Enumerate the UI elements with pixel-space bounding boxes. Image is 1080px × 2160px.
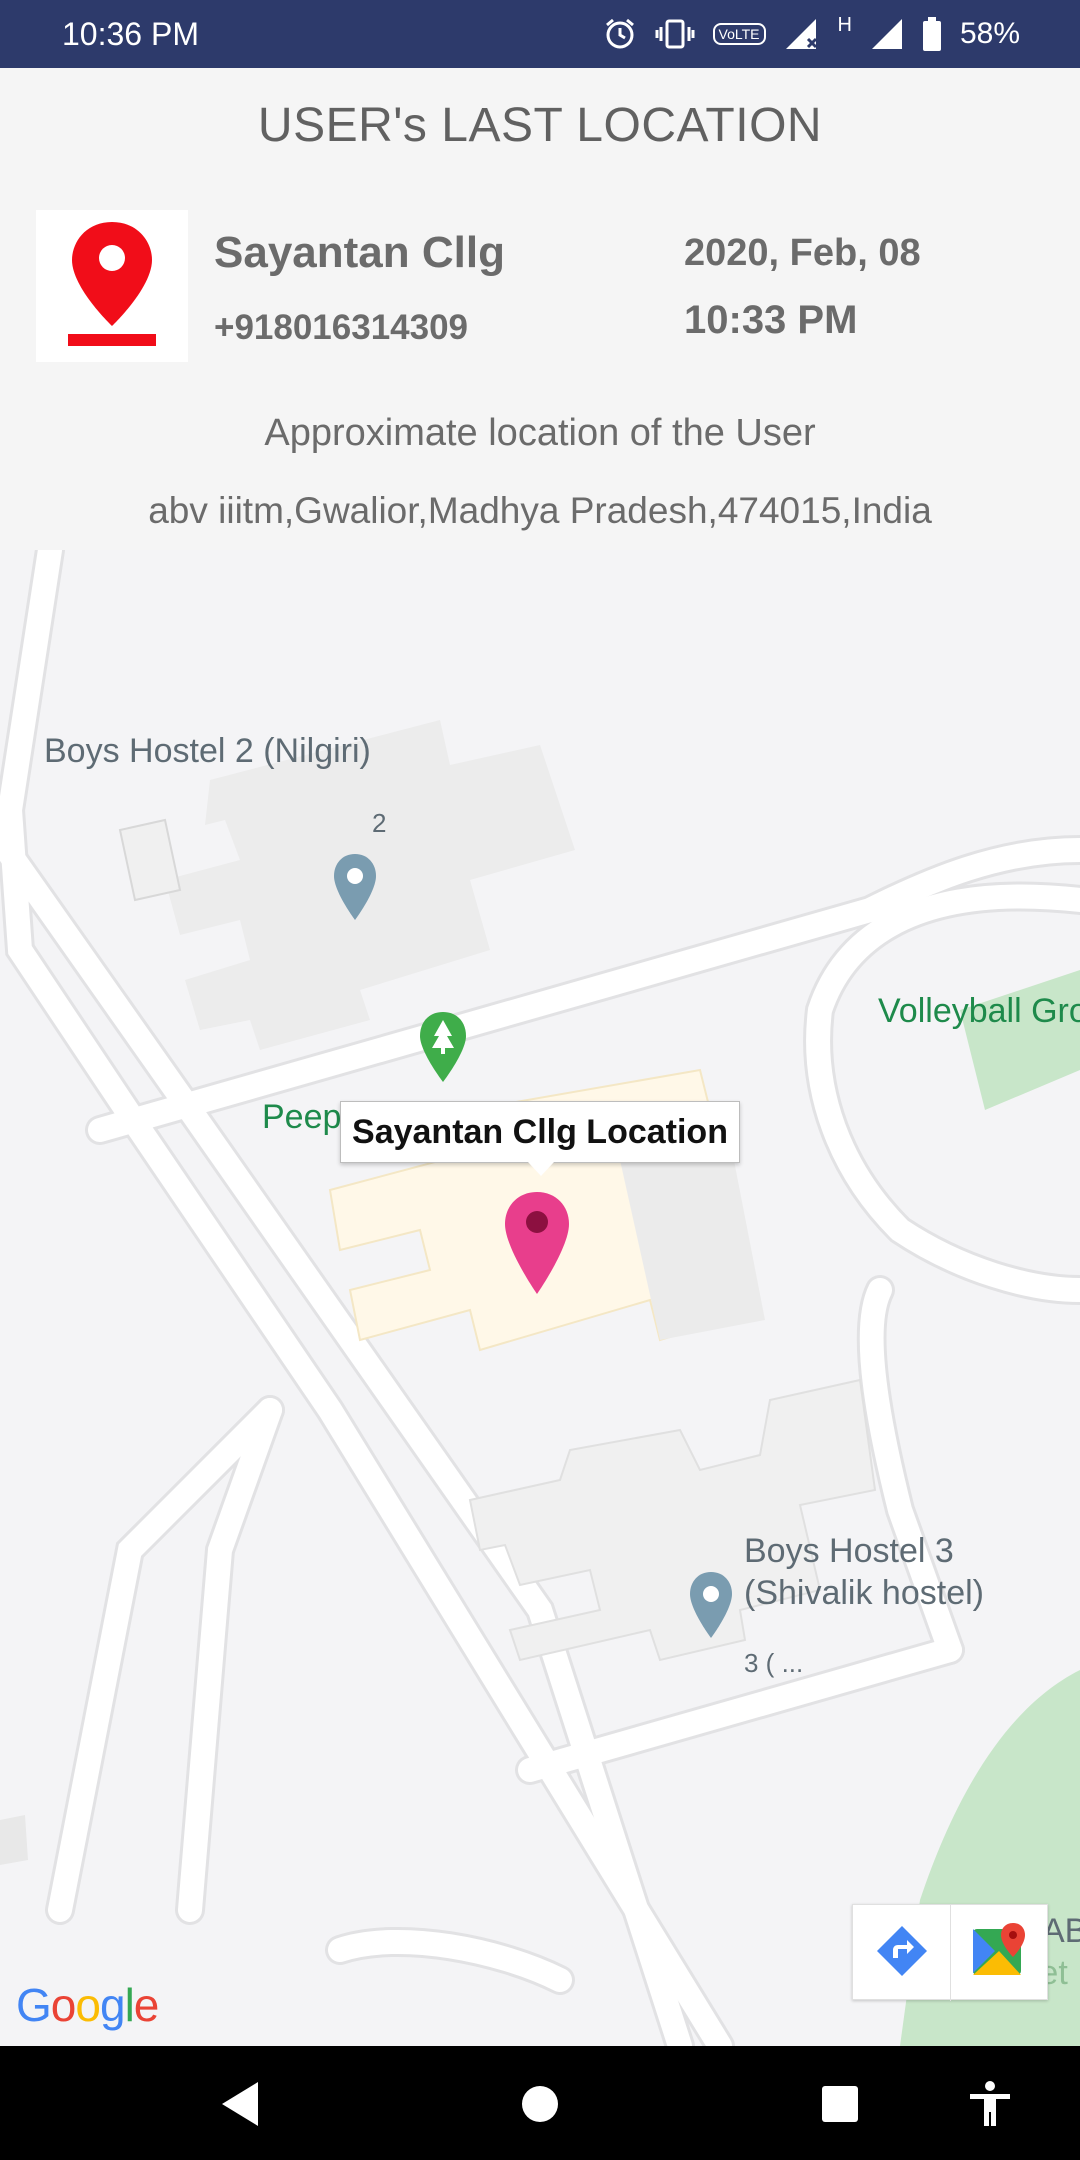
map-label-boys-hostel-3: Boys Hostel 3 bbox=[744, 1532, 954, 1570]
map-label-boys-hostel-3-sub: (Shivalik hostel) bbox=[744, 1574, 984, 1612]
park-pin-icon[interactable] bbox=[418, 1010, 468, 1089]
directions-icon bbox=[875, 1924, 929, 1983]
map-label-volleyball: Volleyball Gro bbox=[878, 992, 1080, 1030]
system-nav-bar bbox=[0, 2046, 1080, 2160]
poi-pin-icon[interactable] bbox=[688, 1570, 734, 1645]
alarm-icon bbox=[603, 17, 637, 51]
network-type-icon: H bbox=[837, 14, 852, 36]
battery-icon bbox=[922, 17, 942, 51]
map-view[interactable]: Boys Hostel 2 (Nilgiri) 2 Volleyball Gro… bbox=[0, 550, 1080, 2046]
location-marker-icon[interactable] bbox=[503, 1190, 571, 1301]
status-time: 10:36 PM bbox=[62, 16, 199, 52]
location-date: 2020, Feb, 08 bbox=[684, 232, 921, 274]
open-google-maps-button[interactable] bbox=[950, 1905, 1047, 2001]
info-window-tail bbox=[528, 1162, 554, 1176]
map-label-boys-hostel-2: Boys Hostel 2 (Nilgiri) bbox=[44, 732, 371, 770]
map-label-peep: Peep bbox=[262, 1098, 342, 1136]
location-pin-icon bbox=[36, 210, 188, 362]
back-icon[interactable] bbox=[212, 2076, 268, 2132]
map-label-boys-hostel-2-num: 2 bbox=[372, 808, 387, 838]
recents-icon[interactable] bbox=[812, 2076, 868, 2132]
poi-pin-icon[interactable] bbox=[332, 852, 378, 927]
map-label-boys-hostel-3-num: 3 ( ... bbox=[744, 1648, 804, 1678]
battery-percent: 58% bbox=[959, 17, 1020, 50]
vibrate-icon bbox=[655, 17, 695, 51]
location-address: abv iiitm,Gwalior,Madhya Pradesh,474015,… bbox=[148, 490, 932, 531]
approx-location-label: Approximate location of the User bbox=[264, 412, 816, 454]
user-phone: +918016314309 bbox=[214, 308, 469, 347]
accessibility-icon[interactable] bbox=[962, 2076, 1018, 2132]
map-toolbar bbox=[852, 1904, 1048, 2001]
user-name: Sayantan Cllg bbox=[214, 228, 505, 277]
location-header: USER's LAST LOCATION Sayantan Cllg +9180… bbox=[0, 68, 1080, 550]
signal-icon bbox=[784, 17, 820, 51]
google-logo: Google bbox=[16, 1979, 159, 2031]
location-time: 10:33 PM bbox=[684, 298, 858, 342]
home-icon[interactable] bbox=[512, 2076, 568, 2132]
page-title: USER's LAST LOCATION bbox=[257, 99, 823, 152]
volte-icon: VoLTE bbox=[712, 23, 766, 45]
google-maps-icon bbox=[969, 1921, 1029, 1986]
status-bar: 10:36 PM VoLTE H 58% bbox=[0, 0, 1080, 68]
directions-button[interactable] bbox=[853, 1905, 950, 2001]
status-icons: VoLTE H 58% bbox=[603, 14, 1020, 54]
signal-2-icon bbox=[870, 17, 904, 51]
marker-info-window[interactable]: Sayantan Cllg Location bbox=[340, 1101, 740, 1163]
